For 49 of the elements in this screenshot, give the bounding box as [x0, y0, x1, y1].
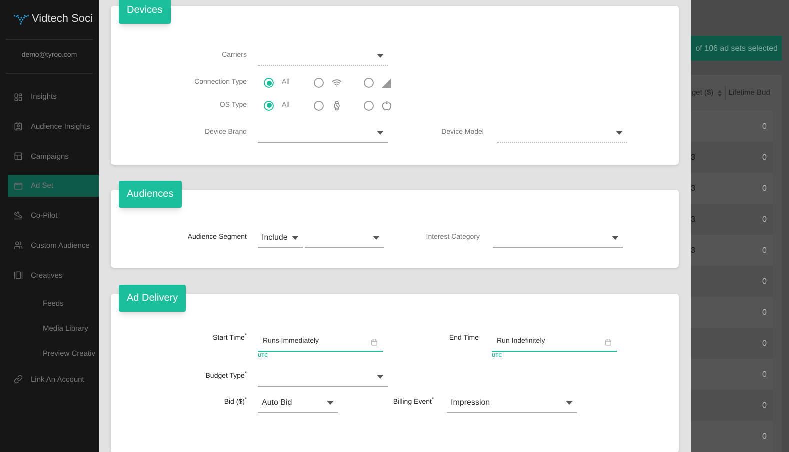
radio-button[interactable]: [364, 78, 374, 88]
table-cell: 0: [762, 368, 767, 380]
brand-name: Vidtech Soci: [32, 12, 93, 28]
table-cell: 3: [691, 182, 696, 194]
select-field[interactable]: Auto Bid: [258, 393, 338, 413]
panels-icon: [14, 152, 23, 161]
calendar-icon: [371, 339, 378, 346]
caret-icon: [327, 400, 334, 404]
caret-icon: [612, 236, 619, 240]
link-icon: [14, 375, 23, 384]
radio-button[interactable]: [314, 78, 324, 88]
radio-button[interactable]: [364, 100, 374, 111]
radio-button[interactable]: [264, 78, 274, 88]
table-cell: 0: [762, 214, 767, 226]
radio-button[interactable]: [264, 100, 274, 111]
dashboard-icon: [14, 92, 23, 102]
table-cell: 0: [762, 152, 767, 164]
sort-icon: [718, 90, 722, 96]
plane-icon: [14, 211, 23, 220]
table-cell: 0: [762, 430, 767, 442]
table-cell: 3: [691, 152, 696, 164]
caret-icon: [616, 130, 623, 134]
contact-card-icon: [14, 122, 23, 132]
window-icon: [14, 182, 23, 191]
radio-button[interactable]: [314, 100, 324, 111]
caret-icon: [292, 236, 299, 240]
people-icon: [14, 240, 23, 250]
table-cell: 0: [762, 182, 767, 194]
select-field[interactable]: Impression: [447, 393, 577, 413]
table-cell: 0: [762, 244, 767, 256]
caret-icon: [377, 374, 384, 378]
table-cell: 0: [762, 120, 767, 132]
table-cell: 0: [762, 338, 767, 350]
table-cell: 3: [691, 214, 696, 226]
signal-icon: [382, 78, 391, 88]
apple-icon: [382, 100, 392, 111]
caret-icon: [566, 400, 573, 404]
table-cell: 3: [691, 244, 696, 256]
table-cell: 0: [762, 400, 767, 412]
selection-banner: of 106 ad sets selected: [691, 36, 782, 61]
caret-icon: [373, 236, 380, 240]
calendar-icon: [605, 339, 612, 346]
gallery-icon: [14, 270, 23, 280]
caret-icon: [377, 130, 384, 134]
caret-icon: [377, 54, 384, 58]
table-cell: 0: [762, 276, 767, 288]
watch-icon: [332, 100, 342, 111]
select-field[interactable]: Include: [258, 228, 303, 248]
table-cell: 0: [762, 306, 767, 318]
